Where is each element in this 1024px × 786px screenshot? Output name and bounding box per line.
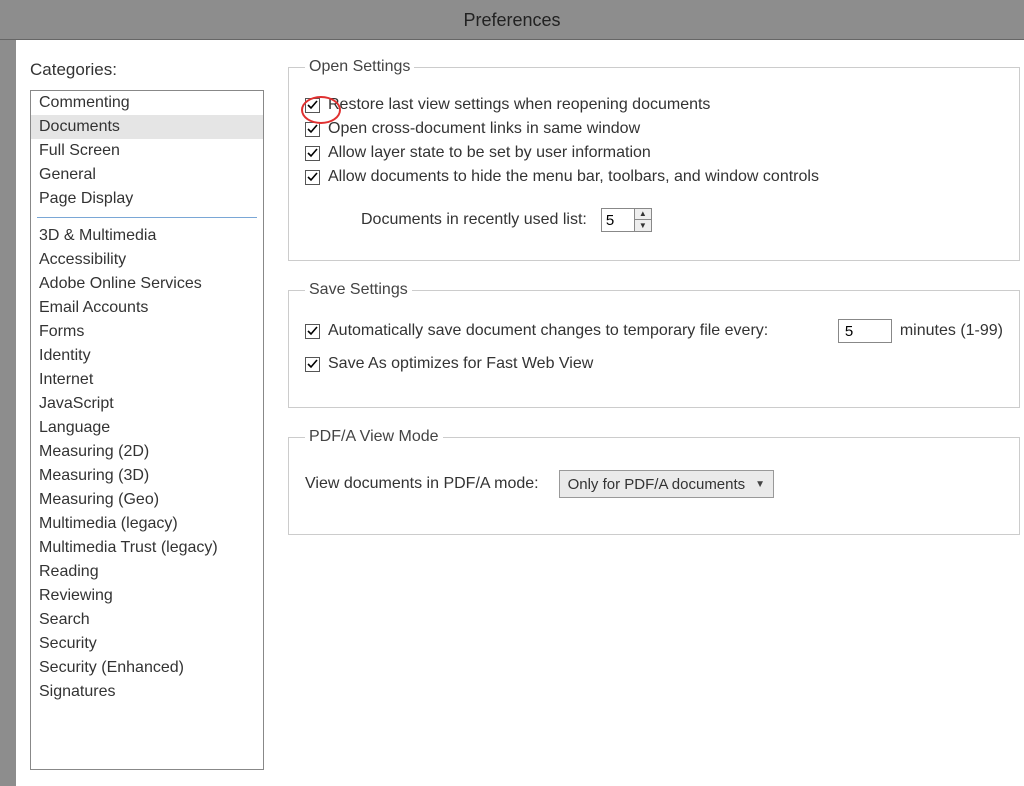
fast-web-row: Save As optimizes for Fast Web View [305,355,1003,373]
category-adobe-online-services[interactable]: Adobe Online Services [31,272,263,296]
spinner-buttons: ▲ ▼ [634,209,651,231]
category-multimedia-trust-legacy[interactable]: Multimedia Trust (legacy) [31,536,263,560]
category-measuring-3d[interactable]: Measuring (3D) [31,464,263,488]
check-icon [307,326,318,337]
category-internet[interactable]: Internet [31,368,263,392]
layer-state-row: Allow layer state to be set by user info… [305,144,1003,162]
save-settings-group: Save Settings Automatically save documen… [288,281,1020,408]
cross-doc-links-label: Open cross-document links in same window [328,120,640,138]
fast-web-label: Save As optimizes for Fast Web View [328,355,593,373]
category-measuring-geo[interactable]: Measuring (Geo) [31,488,263,512]
pdfa-legend: PDF/A View Mode [305,428,443,446]
category-page-display[interactable]: Page Display [31,187,263,211]
main-panel: Open Settings Restore last view settings… [278,40,1024,786]
hide-menu-row: Allow documents to hide the menu bar, to… [305,168,1003,186]
category-language[interactable]: Language [31,416,263,440]
hide-menu-checkbox[interactable] [305,170,320,185]
category-signatures[interactable]: Signatures [31,680,263,704]
sidebar-title: Categories: [30,60,264,80]
pdfa-group: PDF/A View Mode View documents in PDF/A … [288,428,1020,535]
category-full-screen[interactable]: Full Screen [31,139,263,163]
pdfa-mode-value: Only for PDF/A documents [568,476,746,493]
category-commenting[interactable]: Commenting [31,91,263,115]
chevron-down-icon: ▼ [755,479,765,490]
layer-state-checkbox[interactable] [305,146,320,161]
recent-docs-label: Documents in recently used list: [361,211,587,229]
autosave-row: Automatically save document changes to t… [305,319,1003,343]
recent-docs-input[interactable] [602,209,634,231]
category-3d-multimedia[interactable]: 3D & Multimedia [31,224,263,248]
category-reviewing[interactable]: Reviewing [31,584,263,608]
restore-last-view-label: Restore last view settings when reopenin… [328,96,710,114]
category-documents[interactable]: Documents [31,115,263,139]
check-icon [307,100,318,111]
spinner-up-button[interactable]: ▲ [635,209,651,220]
sidebar: Categories: Commenting Documents Full Sc… [16,40,278,786]
category-security[interactable]: Security [31,632,263,656]
category-reading[interactable]: Reading [31,560,263,584]
category-multimedia-legacy[interactable]: Multimedia (legacy) [31,512,263,536]
restore-last-view-checkbox[interactable] [305,98,320,113]
save-settings-legend: Save Settings [305,281,412,299]
cross-doc-links-checkbox[interactable] [305,122,320,137]
category-accessibility[interactable]: Accessibility [31,248,263,272]
window-left-edge [0,40,16,786]
pdfa-mode-dropdown[interactable]: Only for PDF/A documents ▼ [559,470,774,498]
autosave-minutes-input[interactable] [838,319,892,343]
categories-list[interactable]: Commenting Documents Full Screen General… [30,90,264,770]
pdfa-label: View documents in PDF/A mode: [305,475,539,493]
check-icon [307,172,318,183]
open-settings-group: Open Settings Restore last view settings… [288,58,1020,261]
check-icon [307,359,318,370]
hide-menu-label: Allow documents to hide the menu bar, to… [328,168,819,186]
fast-web-checkbox[interactable] [305,357,320,372]
category-security-enhanced[interactable]: Security (Enhanced) [31,656,263,680]
check-icon [307,124,318,135]
category-forms[interactable]: Forms [31,320,263,344]
layer-state-label: Allow layer state to be set by user info… [328,144,651,162]
autosave-suffix: minutes (1-99) [900,322,1003,340]
category-javascript[interactable]: JavaScript [31,392,263,416]
category-search[interactable]: Search [31,608,263,632]
content-area: Categories: Commenting Documents Full Sc… [16,40,1024,786]
window-titlebar: Preferences [0,0,1024,40]
pdfa-row: View documents in PDF/A mode: Only for P… [305,470,1003,498]
category-general[interactable]: General [31,163,263,187]
open-settings-legend: Open Settings [305,58,414,76]
autosave-label: Automatically save document changes to t… [328,322,768,340]
cross-doc-links-row: Open cross-document links in same window [305,120,1003,138]
category-identity[interactable]: Identity [31,344,263,368]
recent-docs-row: Documents in recently used list: ▲ ▼ [361,208,1003,232]
autosave-checkbox[interactable] [305,324,320,339]
window-title: Preferences [463,10,560,30]
category-measuring-2d[interactable]: Measuring (2D) [31,440,263,464]
check-icon [307,148,318,159]
recent-docs-spinner[interactable]: ▲ ▼ [601,208,652,232]
category-divider [37,217,257,218]
spinner-down-button[interactable]: ▼ [635,220,651,231]
category-email-accounts[interactable]: Email Accounts [31,296,263,320]
restore-last-view-row: Restore last view settings when reopenin… [305,96,1003,114]
